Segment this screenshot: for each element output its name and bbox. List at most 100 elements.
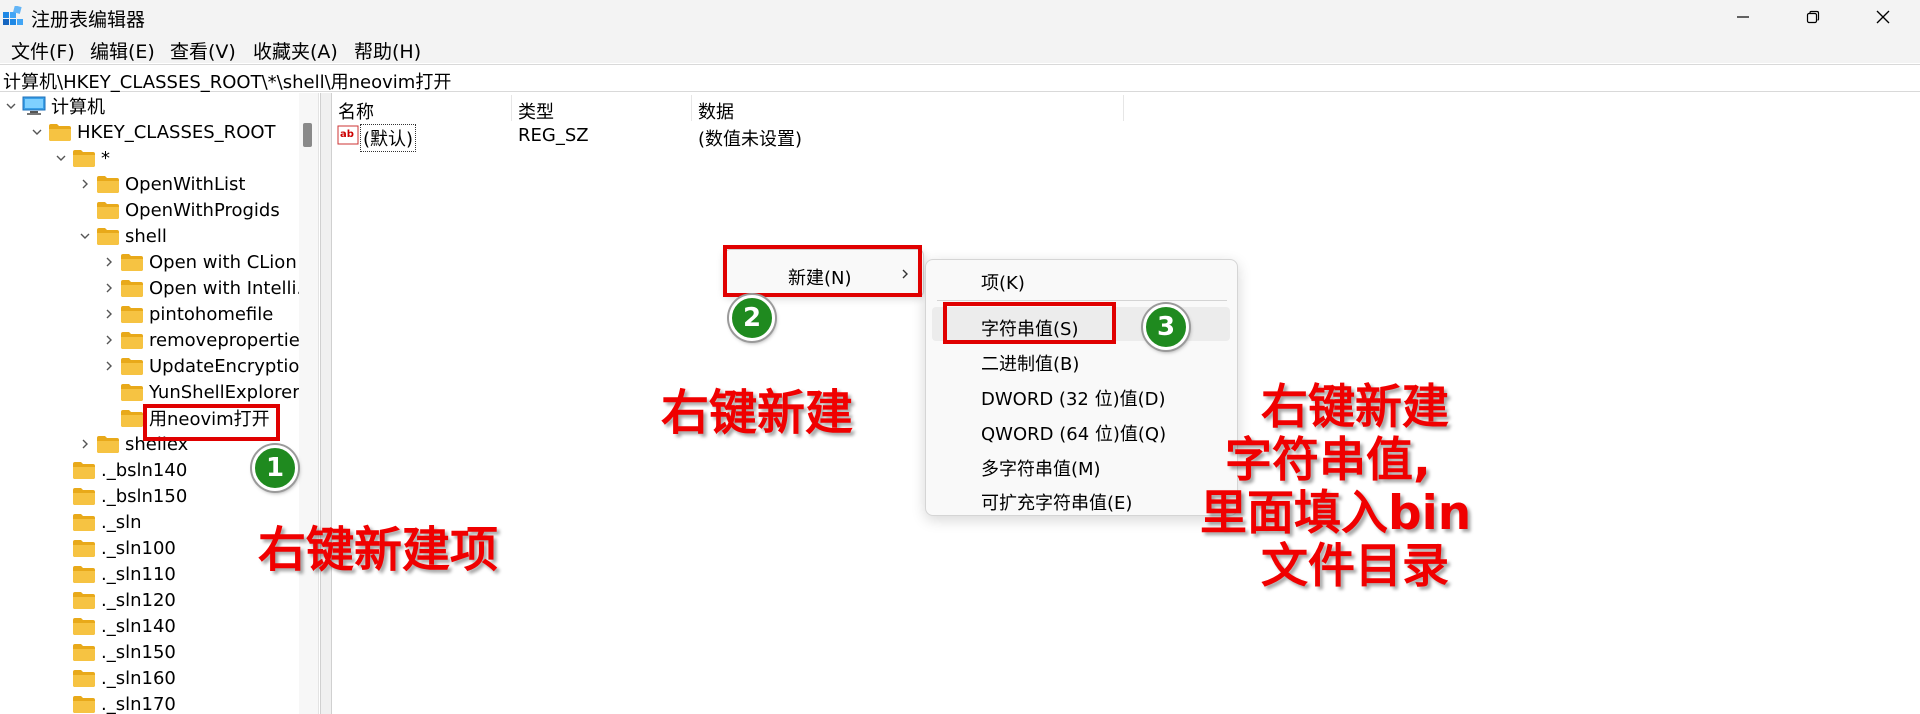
tree-item[interactable]: ._sln160 xyxy=(50,665,176,691)
close-button[interactable] xyxy=(1848,0,1918,33)
annotation-note-3: 右键新建 字符串值, 里面填入bin 文件目录 xyxy=(1200,368,1510,594)
chevron-down-icon[interactable] xyxy=(0,93,22,119)
folder-icon xyxy=(121,280,143,297)
tree-item[interactable]: pintohomefile xyxy=(98,301,273,327)
chevron-right-icon[interactable] xyxy=(74,171,96,197)
tree-item[interactable]: ._sln xyxy=(50,509,142,535)
menu-item-key[interactable]: 项(K) xyxy=(981,269,1025,295)
tree-item-label: ._bsln150 xyxy=(101,485,188,507)
folder-icon xyxy=(121,410,143,427)
tree-item[interactable]: shell xyxy=(74,223,167,249)
column-separator[interactable] xyxy=(691,95,692,121)
value-type: REG_SZ xyxy=(518,125,589,146)
tree-item[interactable]: ._sln150 xyxy=(50,639,176,665)
tree-item[interactable]: ._sln110 xyxy=(50,561,176,587)
maximize-button[interactable] xyxy=(1778,0,1848,33)
tree-item-label: YunShellExplorer xyxy=(149,381,299,403)
column-header-type[interactable]: 类型 xyxy=(518,98,554,124)
column-separator[interactable] xyxy=(1123,95,1124,121)
tree-item-label: ._sln120 xyxy=(101,589,176,611)
tree-item[interactable]: HKEY_CLASSES_ROOT xyxy=(26,119,276,145)
chevron-right-icon[interactable] xyxy=(74,431,96,457)
menu-edit[interactable]: 编辑(E) xyxy=(90,37,155,64)
annotation-note-1: 右键新建项 xyxy=(258,522,499,578)
tree-item[interactable]: ._sln100 xyxy=(50,535,176,561)
folder-icon xyxy=(121,384,143,401)
menu-item-expandable-string-value[interactable]: 可扩充字符串值(E) xyxy=(981,489,1132,515)
tree-scrollbar[interactable] xyxy=(299,93,319,714)
tree-item[interactable]: ._sln140 xyxy=(50,613,176,639)
tree-item[interactable]: removepropertie xyxy=(98,327,299,353)
folder-icon xyxy=(73,540,95,557)
tree-item-label: * xyxy=(101,147,110,169)
folder-icon xyxy=(49,124,71,141)
tree-item-label: ._sln xyxy=(101,511,142,533)
new-submenu: 项(K) 字符串值(S) 二进制值(B) DWORD (32 位)值(D) QW… xyxy=(925,259,1238,516)
menu-favorites[interactable]: 收藏夹(A) xyxy=(253,37,338,64)
restore-icon xyxy=(1806,10,1820,23)
step-badge-1: 1 xyxy=(252,445,298,491)
tree-item-label: ._sln170 xyxy=(101,693,176,714)
menu-bar: 文件(F) 编辑(E) 查看(V) 收藏夹(A) 帮助(H) xyxy=(0,33,1920,63)
folder-icon xyxy=(73,514,95,531)
address-bar[interactable]: 计算机\HKEY_CLASSES_ROOT\*\shell\用neovim打开 xyxy=(0,64,1920,94)
menu-view[interactable]: 查看(V) xyxy=(170,37,236,64)
window-title: 注册表编辑器 xyxy=(31,9,146,31)
tree-item-computer[interactable]: 计算机 xyxy=(0,93,105,119)
step-badge-2: 2 xyxy=(729,295,775,341)
step-badge-3: 3 xyxy=(1143,304,1189,350)
menu-separator xyxy=(937,300,1227,301)
menu-help[interactable]: 帮助(H) xyxy=(354,37,421,64)
menu-file[interactable]: 文件(F) xyxy=(11,37,75,64)
tree-item[interactable]: YunShellExplorer xyxy=(98,379,299,405)
tree-item[interactable]: OpenWithList xyxy=(74,171,245,197)
chevron-right-icon[interactable] xyxy=(98,275,120,301)
menu-item-dword-value[interactable]: DWORD (32 位)值(D) xyxy=(981,385,1166,411)
value-name[interactable]: (默认) xyxy=(360,124,417,152)
folder-icon xyxy=(73,618,95,635)
chevron-down-icon[interactable] xyxy=(26,119,48,145)
close-icon xyxy=(1876,10,1890,23)
menu-item-multi-string-value[interactable]: 多字符串值(M) xyxy=(981,455,1101,481)
column-header-name[interactable]: 名称 xyxy=(338,98,374,124)
address-path[interactable]: 计算机\HKEY_CLASSES_ROOT\*\shell\用neovim打开 xyxy=(3,68,451,94)
chevron-right-icon[interactable] xyxy=(98,249,120,275)
tree-item-label: ._sln150 xyxy=(101,641,176,663)
tree-item[interactable]: UpdateEncryptio xyxy=(98,353,299,379)
tree-item-label: HKEY_CLASSES_ROOT xyxy=(77,121,276,143)
menu-item-qword-value[interactable]: QWORD (64 位)值(Q) xyxy=(981,420,1166,446)
folder-icon xyxy=(73,696,95,713)
minimize-button[interactable] xyxy=(1708,0,1778,33)
scrollbar-thumb[interactable] xyxy=(303,123,312,147)
folder-icon xyxy=(97,202,119,219)
chevron-down-icon[interactable] xyxy=(50,145,72,171)
chevron-down-icon[interactable] xyxy=(74,223,96,249)
menu-item-binary-value[interactable]: 二进制值(B) xyxy=(981,350,1079,376)
tree-item[interactable]: ._sln170 xyxy=(50,691,176,714)
tree-item[interactable]: * xyxy=(50,145,110,171)
tree-item[interactable]: Open with CLion xyxy=(98,249,297,275)
tree-item[interactable]: OpenWithProgids xyxy=(74,197,280,223)
column-header-data[interactable]: 数据 xyxy=(698,98,734,124)
chevron-right-icon[interactable] xyxy=(98,301,120,327)
tree-item[interactable]: ._bsln150 xyxy=(50,483,187,509)
registry-editor-icon xyxy=(3,6,23,25)
column-separator[interactable] xyxy=(511,95,512,121)
tree-item[interactable]: ._bsln140 xyxy=(50,457,187,483)
pane-splitter[interactable] xyxy=(320,93,332,714)
folder-icon xyxy=(73,644,95,661)
tree-item-label: OpenWithList xyxy=(125,173,246,195)
tree-item[interactable]: ._sln120 xyxy=(50,587,176,613)
tree-item[interactable]: Open with Intelli. xyxy=(98,275,299,301)
chevron-right-icon[interactable] xyxy=(98,327,120,353)
chevron-right-icon[interactable] xyxy=(98,353,120,379)
